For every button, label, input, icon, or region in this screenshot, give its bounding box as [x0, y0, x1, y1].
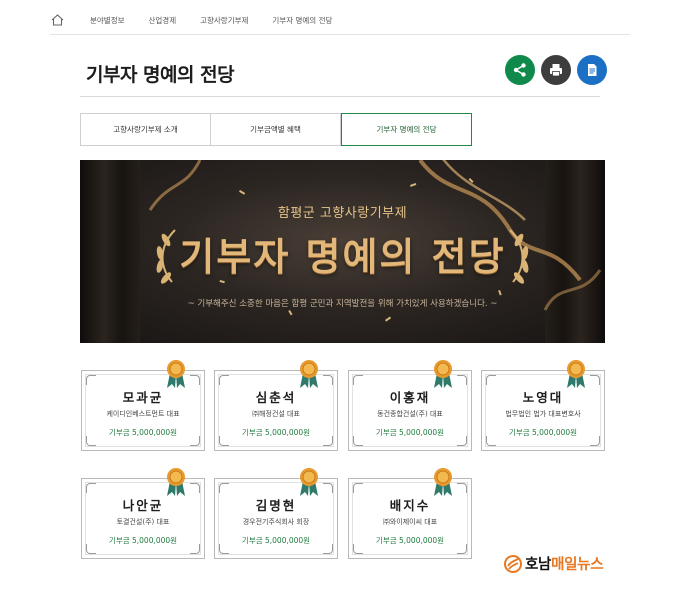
card-corner-ornament [190, 483, 200, 493]
donor-card: 나안균토결건설(주) 대표기부금 5,000,000원 [81, 468, 205, 559]
banner-title: 기부자 명예의 전당 [179, 235, 506, 279]
donor-name: 배지수 [389, 498, 431, 513]
card-corner-ornament [353, 375, 363, 385]
donor-card: 이홍재동건종합건설(주) 대표기부금 5,000,000원 [348, 360, 472, 451]
share-button[interactable] [505, 55, 535, 85]
donor-card: 김명현경우전기주식회사 회장기부금 5,000,000원 [214, 468, 338, 559]
donor-organization: 동건종합건설(주) 대표 [377, 410, 443, 418]
donor-organization: 법무법인 법가 대표변호사 [505, 410, 581, 418]
medal-icon [567, 360, 585, 388]
tab-bar: 고향사랑기부제 소개 기부금액별 혜택 기부자 명예의 전당 [80, 113, 472, 146]
donor-name: 심춘석 [255, 390, 297, 405]
donor-name: 노영대 [522, 390, 564, 405]
print-button[interactable] [541, 55, 571, 85]
donor-name: 이홍재 [389, 390, 431, 405]
banner-subtitle: 함평군 고향사랑기부제 [277, 206, 408, 221]
donor-organization: 케이디인베스트먼트 대표 [106, 410, 180, 418]
medal-icon [300, 360, 318, 388]
brand-name: 호남매일뉴스 [525, 553, 604, 574]
page-actions [505, 55, 607, 85]
brand-logo-icon [504, 554, 522, 573]
card-corner-ornament [190, 375, 200, 385]
banner-description: ~ 기부해주신 소중한 마음은 함평 군민과 지역발전을 위해 가치있게 사용하… [187, 299, 498, 309]
print-icon [550, 64, 562, 77]
medal-icon [300, 468, 318, 496]
title-divider [80, 96, 600, 97]
tab-donation-benefits[interactable]: 기부금액별 혜택 [211, 113, 341, 146]
page-title: 기부자 명예의 전당 [86, 64, 235, 86]
donor-card: 노영대법무법인 법가 대표변호사기부금 5,000,000원 [481, 360, 605, 451]
document-icon [588, 64, 597, 76]
donor-name: 나안균 [122, 498, 164, 513]
medal-icon [167, 360, 185, 388]
donor-card: 배지수 ㈜와이제이씨 대표기부금 5,000,000원 [348, 468, 472, 559]
card-corner-ornament [86, 483, 96, 493]
donation-amount: 기부금 5,000,000원 [108, 536, 178, 545]
donor-organization: 토결건설(주) 대표 [116, 518, 170, 526]
card-corner-ornament [486, 375, 496, 385]
medal-icon [434, 360, 452, 388]
donation-amount: 기부금 5,000,000원 [108, 428, 178, 437]
breadcrumb: 분야별정보 산업경제 고향사랑기부제 기부자 명예의 전당 [50, 8, 356, 32]
breadcrumb-item-industry-economy[interactable]: 산업경제 [149, 15, 177, 26]
card-corner-ornament [323, 375, 333, 385]
donation-amount: 기부금 5,000,000원 [375, 428, 445, 437]
share-icon [513, 63, 526, 77]
card-corner-ornament [219, 375, 229, 385]
breadcrumb-item-hometown-donation[interactable]: 고향사랑기부제 [200, 15, 248, 26]
donation-amount: 기부금 5,000,000원 [508, 428, 578, 437]
card-corner-ornament [323, 483, 333, 493]
watermark-logo: 호남매일뉴스 [504, 553, 604, 574]
card-corner-ornament [86, 375, 96, 385]
donor-name: 김명현 [255, 498, 297, 513]
donor-organization: ㈜해정건설 대표 [252, 410, 300, 418]
breadcrumb-divider [50, 34, 630, 35]
tab-hometown-donation-intro[interactable]: 고향사랑기부제 소개 [80, 113, 211, 146]
medal-icon [434, 468, 452, 496]
donor-organization: 경우전기주식회사 회장 [242, 518, 310, 526]
donation-amount: 기부금 5,000,000원 [375, 536, 445, 545]
tab-hall-of-fame[interactable]: 기부자 명예의 전당 [341, 113, 472, 146]
breadcrumb-item-hall-of-fame[interactable]: 기부자 명예의 전당 [272, 15, 332, 26]
document-button[interactable] [577, 55, 607, 85]
card-corner-ornament [590, 375, 600, 385]
donation-amount: 기부금 5,000,000원 [241, 428, 311, 437]
home-icon[interactable] [50, 13, 64, 27]
brand-name-part1: 호남 [525, 557, 552, 573]
card-corner-ornament [457, 375, 467, 385]
card-corner-ornament [219, 483, 229, 493]
medal-icon [167, 468, 185, 496]
brand-name-part2: 매일뉴스 [551, 557, 604, 573]
donor-card: 모과균케이디인베스트먼트 대표기부금 5,000,000원 [81, 360, 205, 451]
donor-card: 심춘석 ㈜해정건설 대표기부금 5,000,000원 [214, 360, 338, 451]
card-corner-ornament [353, 483, 363, 493]
donor-organization: ㈜와이제이씨 대표 [382, 518, 438, 526]
hall-of-fame-banner: 함평군 고향사랑기부제 기부자 명예의 전당 ~ 기부해주신 소중한 마음은 함… [80, 160, 605, 343]
donor-name: 모과균 [122, 390, 164, 405]
breadcrumb-item-field-info[interactable]: 분야별정보 [90, 15, 125, 26]
donation-amount: 기부금 5,000,000원 [241, 536, 311, 545]
card-corner-ornament [457, 483, 467, 493]
